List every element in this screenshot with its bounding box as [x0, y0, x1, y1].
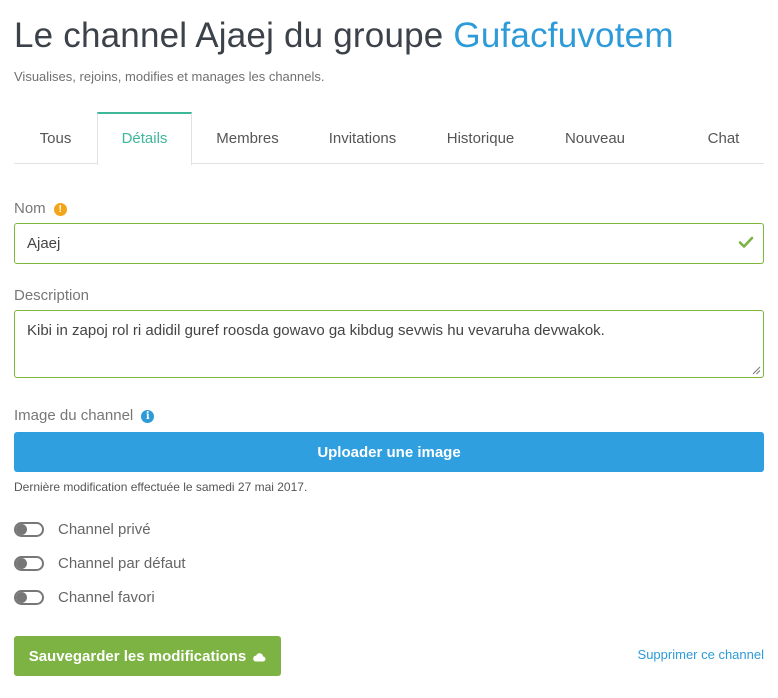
- page-subtitle: Visualises, rejoins, modifies et manages…: [14, 69, 325, 84]
- private-channel-toggle[interactable]: [14, 522, 44, 537]
- resize-grip-icon[interactable]: [752, 366, 761, 375]
- description-label: Description: [14, 287, 90, 304]
- description-textarea[interactable]: Kibi in zapoj rol ri adidil guref roosda…: [14, 310, 764, 378]
- cloud-icon: [253, 652, 266, 661]
- favorite-channel-toggle[interactable]: [14, 590, 44, 605]
- warning-icon: !: [53, 203, 67, 216]
- name-label-row: Nom!: [14, 200, 67, 217]
- info-icon[interactable]: i: [141, 410, 155, 423]
- tab-details[interactable]: Détails: [97, 112, 192, 165]
- tab-historique[interactable]: Historique: [422, 112, 539, 164]
- toggle-knob: [16, 592, 27, 603]
- tab-chat[interactable]: Chat: [651, 112, 778, 164]
- toggle-knob: [16, 558, 27, 569]
- image-label: Image du channel: [14, 407, 134, 424]
- tab-membres[interactable]: Membres: [192, 112, 303, 164]
- private-channel-label: Channel privé: [58, 521, 151, 538]
- favorite-channel-label: Channel favori: [58, 589, 155, 606]
- title-prefix: Le channel Ajaej du groupe: [14, 16, 444, 55]
- group-name: Gufacfuvotem: [453, 16, 674, 55]
- toggle-knob: [16, 524, 27, 535]
- tab-tous[interactable]: Tous: [14, 112, 97, 164]
- save-changes-button[interactable]: Sauvegarder les modifications: [14, 636, 281, 676]
- tab-invitations[interactable]: Invitations: [303, 112, 422, 164]
- delete-channel-link[interactable]: Supprimer ce channel: [638, 647, 764, 662]
- page-title: Le channel Ajaej du groupe Gufacfuvotem: [14, 16, 674, 56]
- checkmark-icon: [738, 236, 754, 248]
- image-label-row: Image du channel i: [14, 407, 155, 424]
- default-channel-label: Channel par défaut: [58, 555, 186, 572]
- last-modified-text: Dernière modification effectuée le samed…: [14, 480, 308, 494]
- default-channel-toggle[interactable]: [14, 556, 44, 571]
- save-changes-label: Sauvegarder les modifications: [28, 647, 247, 665]
- tab-bar: Tous Détails Membres Invitations Histori…: [14, 112, 764, 165]
- name-input[interactable]: [14, 223, 764, 264]
- upload-image-button[interactable]: Uploader une image: [14, 432, 764, 472]
- name-label: Nom: [14, 200, 46, 217]
- tab-nouveau[interactable]: Nouveau: [539, 112, 651, 164]
